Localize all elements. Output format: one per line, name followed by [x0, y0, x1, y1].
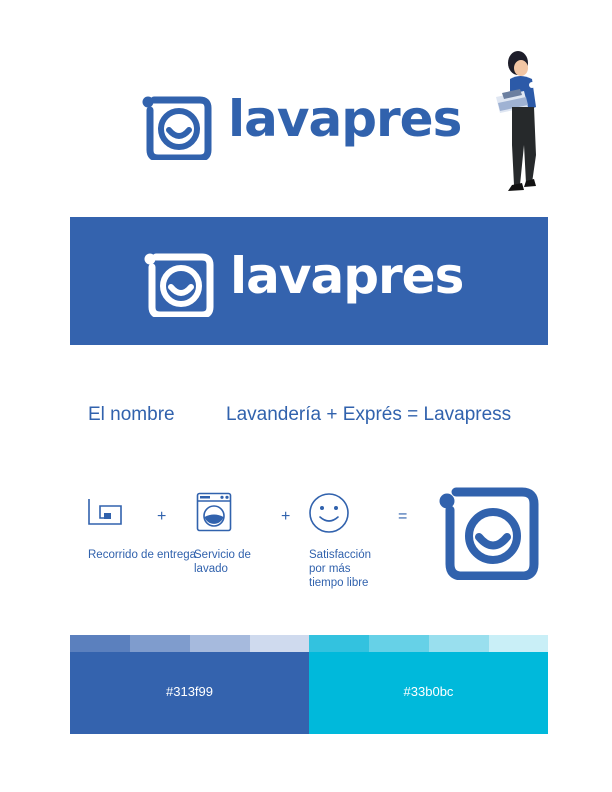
washing-machine-icon: [196, 492, 232, 532]
icon-label-washing: Servicio de lavado: [194, 549, 251, 575]
primary-hex-label: #313f99: [166, 684, 213, 699]
secondary-tint-4: [489, 635, 548, 652]
secondary-tint-3: [429, 635, 489, 652]
primary-tint-4: [250, 635, 309, 652]
primary-tint-1: [70, 635, 130, 652]
secondary-hex-label: #33b0bc: [403, 684, 454, 699]
secondary-tint-1: [309, 635, 369, 652]
delivery-route-icon: [88, 499, 122, 525]
primary-tint-3: [190, 635, 250, 652]
plus-sign: +: [157, 508, 167, 525]
icon-label-route: Recorrido de entrega: [88, 549, 197, 561]
icon-label-satisfaction: Satisfacción por más tiempo libre: [309, 549, 372, 589]
logo-mark-result-icon: [439, 487, 539, 580]
brand-wordmark: lavapres: [228, 90, 462, 148]
name-concept-formula: Lavandería + Exprés = Lavapress: [226, 404, 512, 425]
color-palette: #313f99 #33b0bc: [70, 635, 548, 734]
brand-banner: lavapres: [70, 217, 548, 345]
smiley-icon: [309, 493, 349, 533]
name-concept-label: El nombre: [88, 404, 175, 425]
secondary-color-swatch: #33b0bc: [309, 652, 548, 734]
logo-mark-icon: [142, 96, 212, 160]
delivery-person-illustration: [496, 51, 536, 191]
brand-logo-primary: lavapres: [140, 88, 462, 160]
logo-mark-inverse-icon: [144, 253, 214, 317]
brand-wordmark-inverse: lavapres: [230, 247, 464, 305]
primary-color-swatch: #313f99: [70, 652, 309, 734]
secondary-tint-2: [369, 635, 429, 652]
equals-sign: =: [398, 508, 408, 525]
plus-sign: +: [281, 508, 291, 525]
primary-tint-2: [130, 635, 190, 652]
